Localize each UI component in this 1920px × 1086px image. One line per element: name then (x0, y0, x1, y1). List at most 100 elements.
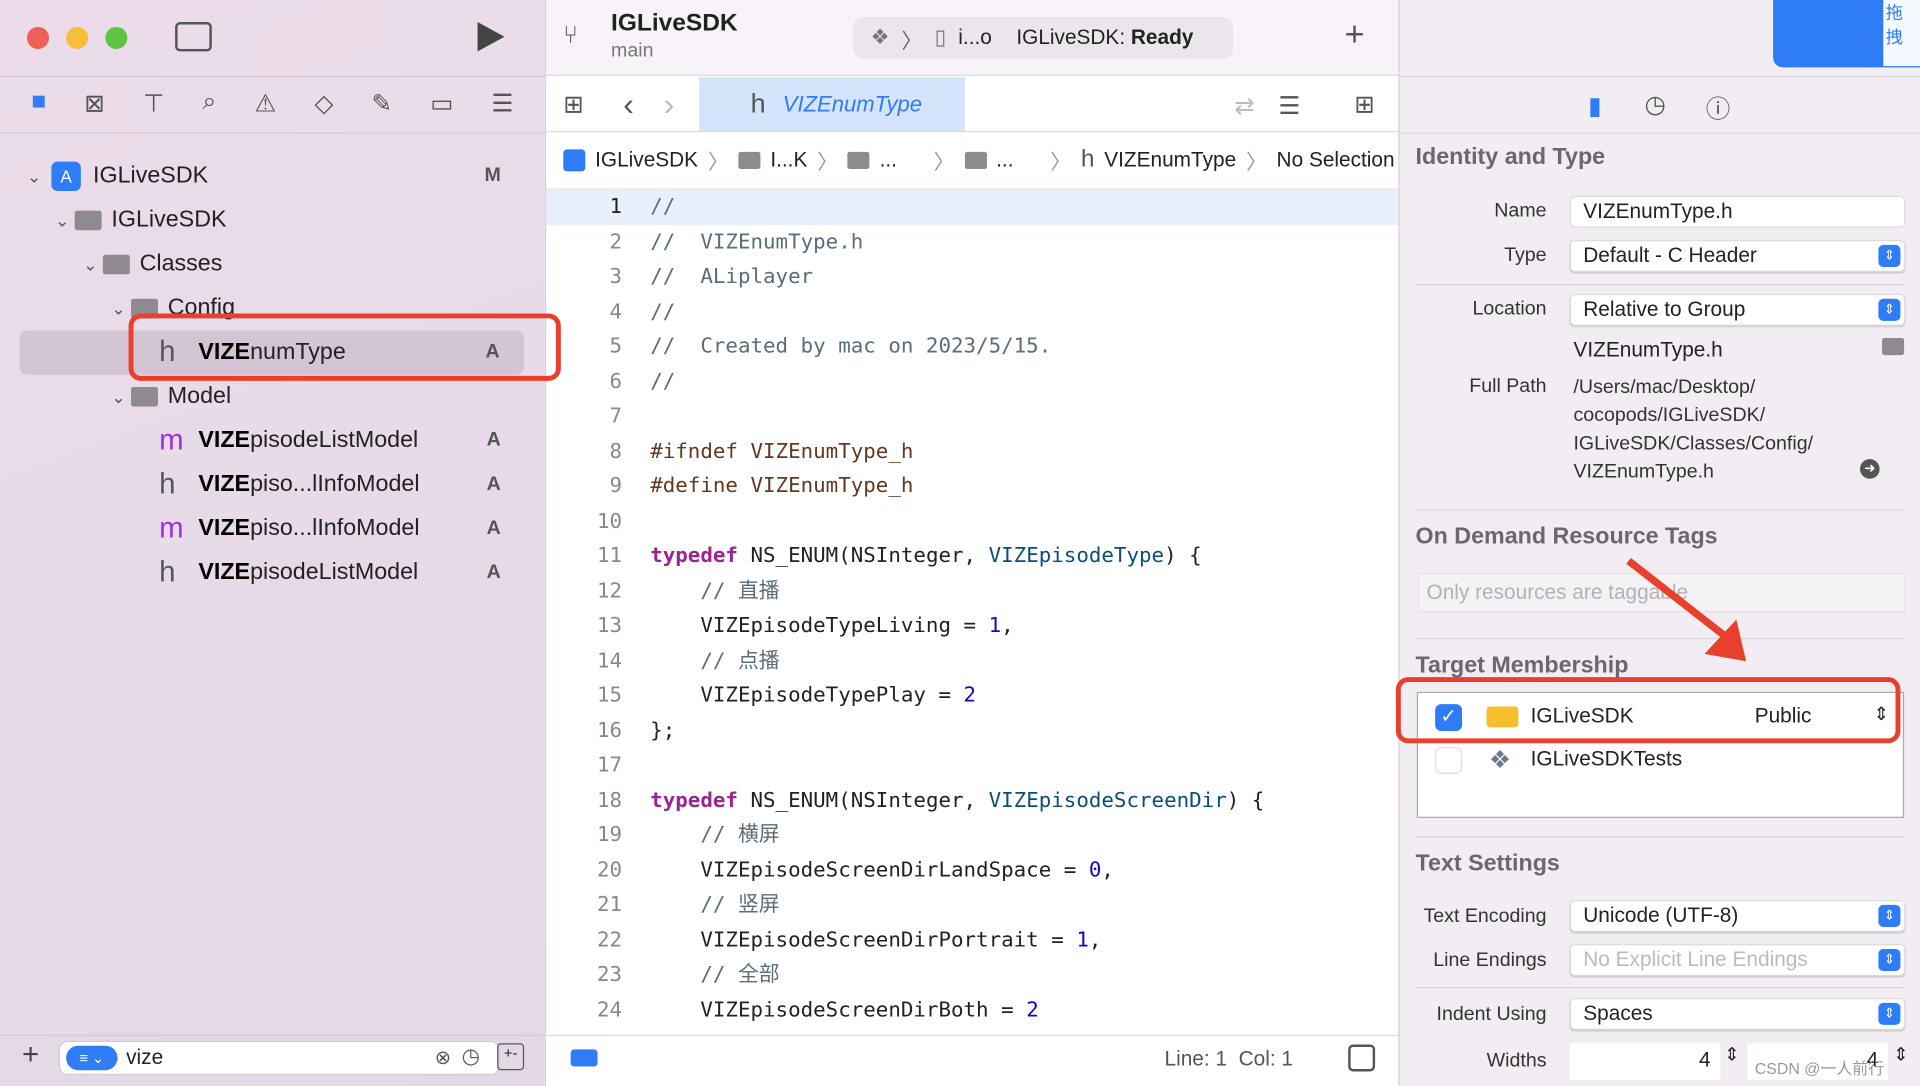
scheme-name[interactable]: i...o (958, 26, 992, 50)
status-badge: A (486, 562, 501, 583)
code-text: VIZEpisodeTypeLiving = 1, (650, 613, 1014, 638)
back-icon[interactable]: ‹ (623, 86, 634, 124)
disclosure-chevron-icon[interactable]: ⌄ (55, 210, 75, 231)
breadcrumb-item[interactable]: ... (880, 148, 897, 172)
hierarchy-icon[interactable]: ⊤ (143, 88, 164, 119)
full-path: /Users/mac/Desktop/cocopods/IGLiveSDK/IG… (1573, 373, 1813, 486)
zoom-button[interactable] (105, 26, 128, 49)
encoding-select[interactable]: Unicode (UTF-8) ⇕ (1569, 900, 1906, 932)
disclosure-chevron-icon[interactable]: ⌄ (27, 166, 47, 187)
code-text: // (650, 194, 676, 220)
name-field[interactable]: VIZEnumType.h (1569, 195, 1906, 228)
code-line: 18 typedef NS_ENUM(NSInteger, VIZEpisodeS… (546, 783, 1399, 818)
folder-icon (74, 210, 102, 231)
path-segment: /Users/mac/Desktop/ (1573, 377, 1756, 398)
line-number: 10 (596, 508, 623, 534)
code-line: 2 // VIZEnumType.h (546, 225, 1399, 260)
history-icon[interactable]: ◷ (1645, 89, 1666, 120)
search-icon[interactable]: ⌕ (203, 88, 217, 119)
fullpath-label: Full Path (1469, 375, 1547, 397)
reveal-in-finder-icon[interactable]: ➜ (1860, 459, 1880, 479)
breakpoint-icon[interactable]: ▭ (430, 88, 453, 119)
breadcrumb-item[interactable]: VIZEnumType (1104, 148, 1236, 172)
location-select[interactable]: Relative to Group ⇕ (1569, 293, 1906, 326)
navigator-sidebar: ■ ⊠ ⊤ ⌕ ⚠ ◇ ✎ ▭ ☰ ⌄ A IGLiveSDK M ⌄ IGLiveSDK… (0, 0, 545, 1086)
tab-width-field[interactable]: 4 (1569, 1043, 1721, 1081)
forward-icon[interactable]: › (664, 86, 675, 124)
report-icon[interactable]: ☰ (492, 88, 514, 119)
debug-area-toggle-icon[interactable] (1348, 1044, 1376, 1072)
scheme-status[interactable]: ❖ 〉 ▯ i...o IGLiveSDK: Ready (853, 17, 1234, 59)
tree-item[interactable]: ⌄ Classes (0, 242, 545, 286)
filter-input[interactable]: vize (126, 1046, 163, 1070)
clear-icon[interactable]: ⊗ (435, 1046, 451, 1070)
updown-icon: ⇕ (1878, 298, 1901, 321)
breadcrumb-item[interactable]: IGLiveSDK (595, 148, 698, 172)
target-checkbox-iglivesdktests[interactable] (1435, 746, 1463, 774)
related-icon[interactable]: ⇄ (1234, 91, 1255, 122)
tree-item[interactable]: m VIZEpiso...lInfoModel A (0, 507, 545, 551)
breakpoint-toggle-icon[interactable] (570, 1049, 598, 1067)
split-editor-icon[interactable]: ⊞ (1354, 89, 1375, 120)
line-number: 24 (596, 997, 623, 1022)
tree-item[interactable]: ⌄ IGLiveSDK (0, 198, 545, 242)
tree-item-label: Classes (139, 251, 223, 277)
tree-item[interactable]: m VIZEpisodeListModel A (0, 419, 545, 463)
filter-options-icon[interactable]: ≡ ⌄ (66, 1045, 118, 1071)
annotation-box-file (128, 313, 561, 381)
line-number: 21 (596, 892, 623, 918)
sidebar-toggle-icon[interactable] (175, 22, 212, 52)
file-inspector-icon[interactable]: ▮ (1588, 91, 1601, 122)
tab-vizenumtype[interactable]: h VIZEnumType (699, 77, 965, 132)
code-text: // VIZEnumType.h (650, 229, 864, 255)
breadcrumb-item[interactable]: ... (996, 148, 1013, 172)
updown-icon: ⇕ (1878, 904, 1901, 927)
add-icon[interactable]: + (1345, 15, 1365, 54)
code-line: 12 // 直播 (546, 574, 1399, 609)
status-text: Ready (1130, 25, 1194, 49)
recent-icon[interactable]: ◷ (462, 1044, 480, 1068)
tree-item[interactable]: h VIZEpisodeListModel A (0, 551, 545, 595)
disclosure-chevron-icon[interactable]: ⌄ (111, 386, 131, 407)
add-icon[interactable]: + (22, 1038, 39, 1072)
type-select[interactable]: Default - C Header ⇕ (1569, 240, 1906, 272)
code-line: 5// Created by mac on 2023/5/15. (546, 329, 1399, 364)
disclosure-chevron-icon[interactable]: ⌄ (111, 298, 131, 319)
code-text: // ALiplayer (650, 264, 814, 289)
line-number: 7 (609, 404, 623, 429)
warning-icon[interactable]: ⚠ (254, 88, 276, 119)
tree-item[interactable]: ⌄ A IGLiveSDK M (0, 154, 545, 198)
line-endings-select[interactable]: No Explicit Line Endings ⇕ (1569, 944, 1906, 976)
tree-item[interactable]: ⌄ Model (0, 375, 545, 419)
code-line: 13 VIZEpisodeTypeLiving = 1, (546, 609, 1399, 644)
source-control-icon[interactable]: ⊠ (84, 88, 105, 119)
breadcrumb-item[interactable]: No Selection (1277, 148, 1395, 172)
disclosure-chevron-icon[interactable]: ⌄ (83, 254, 103, 275)
test-icon[interactable]: ◇ (315, 88, 334, 119)
close-button[interactable] (26, 26, 49, 49)
debug-icon[interactable]: ✎ (372, 88, 393, 119)
path-segment: cocopods/IGLiveSDK/ (1573, 405, 1766, 427)
code-text: #define VIZEnumType_h (650, 473, 914, 499)
code-line: 7 (546, 399, 1399, 434)
header-file-icon: h (159, 467, 176, 501)
line-number: 2 (609, 229, 623, 255)
minimize-button[interactable] (66, 26, 89, 49)
stepper-icon[interactable]: ⇕ (1724, 1043, 1739, 1065)
grid-icon[interactable]: ⊞ (563, 89, 584, 120)
encoding-value: Unicode (UTF-8) (1583, 903, 1739, 927)
xcode-window: ■ ⊠ ⊤ ⌕ ⚠ ◇ ✎ ▭ ☰ ⌄ A IGLiveSDK M ⌄ IGLiveSDK… (0, 0, 1920, 1086)
filter-field[interactable]: ≡ ⌄ vize ⊗ ◷ (58, 1040, 500, 1076)
tree-item[interactable]: h VIZEpiso...lInfoModel A (0, 463, 545, 507)
choose-folder-icon[interactable] (1882, 337, 1905, 356)
scm-filter-icon[interactable]: +- (497, 1043, 525, 1071)
stepper-icon[interactable]: ⇕ (1893, 1043, 1908, 1065)
editor-options-icon[interactable]: ☰ (1278, 91, 1300, 122)
help-icon[interactable]: ⓘ (1706, 89, 1730, 125)
run-button[interactable] (477, 22, 505, 52)
folder-icon (131, 386, 158, 407)
breadcrumb-item[interactable]: I...K (770, 148, 807, 172)
project-icon (563, 148, 586, 171)
folder-icon[interactable]: ■ (31, 88, 46, 119)
indent-select[interactable]: Spaces ⇕ (1569, 997, 1906, 1030)
